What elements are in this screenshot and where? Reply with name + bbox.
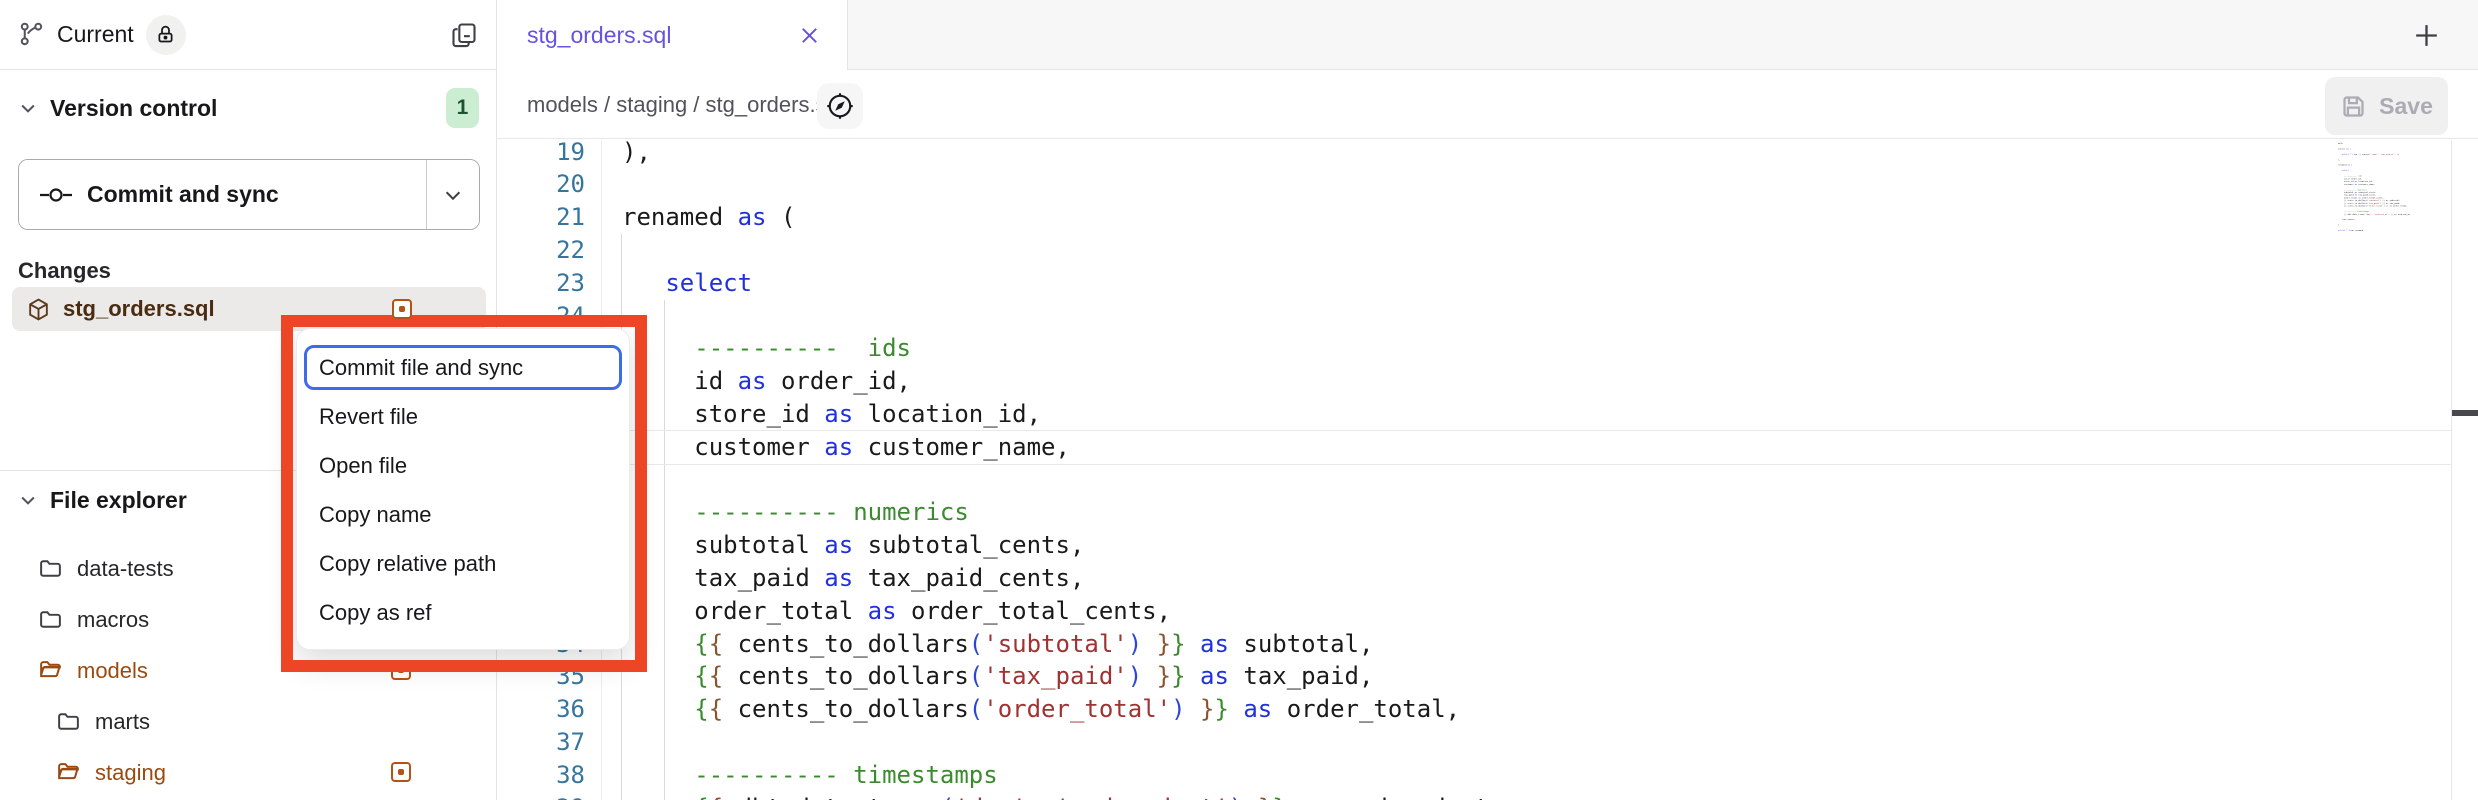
line-number: 19 xyxy=(497,136,585,169)
code-line: tax_paid as tax_paid_cents, xyxy=(622,562,1489,595)
folder-open-icon xyxy=(56,760,81,785)
menu-item-commit-file-and-sync[interactable]: Commit file and sync xyxy=(304,345,622,390)
tree-item-label: models xyxy=(77,658,148,684)
copy-icon xyxy=(450,21,478,49)
commit-and-sync-button[interactable]: Commit and sync xyxy=(19,160,426,229)
code-line xyxy=(622,300,1489,333)
scrollbar-marker xyxy=(2452,410,2478,416)
compass-icon xyxy=(825,91,855,121)
breadcrumb: models / staging / stg_orders.sql xyxy=(527,92,844,118)
code-line: {{ cents_to_dollars('subtotal') }} as su… xyxy=(622,628,1489,661)
tab-bar: stg_orders.sql xyxy=(497,0,2478,70)
folder-icon xyxy=(38,607,63,632)
close-tab-icon[interactable] xyxy=(798,24,821,47)
code-line xyxy=(622,168,1489,201)
changes-section-label: Changes xyxy=(18,258,111,284)
code-line xyxy=(622,726,1489,759)
code-editor[interactable]: ), renamed as ( select ---------- ids id … xyxy=(622,136,1489,800)
commit-split-button: Commit and sync xyxy=(18,159,480,230)
chevron-down-icon xyxy=(18,490,38,510)
new-tab-button[interactable] xyxy=(2411,20,2442,51)
code-line xyxy=(622,234,1489,267)
code-line: ), xyxy=(622,136,1489,169)
code-line: ---------- ids xyxy=(622,332,1489,365)
minimap[interactable]: withsource as ( select * from {{ source(… xyxy=(2338,142,2450,237)
save-button[interactable]: Save xyxy=(2325,77,2448,135)
changes-count-badge: 1 xyxy=(446,88,479,128)
code-line: ---------- numerics xyxy=(622,496,1489,529)
code-line: order_total as order_total_cents, xyxy=(622,595,1489,628)
minimap-content: withsource as ( select * from {{ source(… xyxy=(2338,142,2450,232)
menu-item-copy-as-ref[interactable]: Copy as ref xyxy=(297,588,629,637)
breadcrumb-bar: models / staging / stg_orders.sql xyxy=(497,70,2478,139)
context-menu: Commit file and syncRevert fileOpen file… xyxy=(296,328,630,650)
code-line: select xyxy=(622,267,1489,300)
folder-icon xyxy=(38,556,63,581)
menu-item-open-file[interactable]: Open file xyxy=(297,441,629,490)
git-commit-icon xyxy=(39,187,73,203)
tab-stg-orders[interactable]: stg_orders.sql xyxy=(497,0,848,71)
tree-item-staging[interactable]: staging xyxy=(0,747,496,798)
copy-branch-button[interactable] xyxy=(450,21,478,49)
code-line xyxy=(622,464,1489,497)
lineage-button[interactable] xyxy=(817,83,863,129)
code-line: customer as customer_name, xyxy=(622,431,1489,464)
line-number: 22 xyxy=(497,234,585,267)
tree-item-label: marts xyxy=(95,709,150,735)
tree-item-label: staging xyxy=(95,760,166,786)
code-line: {{ cents_to_dollars('order_total') }} as… xyxy=(622,693,1489,726)
line-number: 35 xyxy=(497,660,585,693)
tree-item-marts[interactable]: marts xyxy=(0,696,496,747)
line-number: 37 xyxy=(497,726,585,759)
line-number: 36 xyxy=(497,693,585,726)
git-branch-icon xyxy=(18,21,45,48)
code-line: {{ cents_to_dollars('tax_paid') }} as ta… xyxy=(622,660,1489,693)
code-line: {{ dbt.date_trunc('day', 'ordered_at') }… xyxy=(622,792,1489,800)
folder-open-icon xyxy=(38,658,63,683)
line-number: 39 xyxy=(497,792,585,800)
menu-item-copy-name[interactable]: Copy name xyxy=(297,490,629,539)
tree-item-label: macros xyxy=(77,607,149,633)
modified-badge-icon xyxy=(392,299,412,319)
folder-icon xyxy=(56,709,81,734)
branch-name: Current xyxy=(57,21,134,48)
dbt-ide-window: Current Version control xyxy=(0,0,2478,800)
code-line: subtotal as subtotal_cents, xyxy=(622,529,1489,562)
lock-icon xyxy=(155,24,176,45)
modified-badge-icon xyxy=(391,660,411,680)
code-line: ---------- timestamps xyxy=(622,759,1489,792)
version-control-header[interactable]: Version control 1 xyxy=(0,86,496,130)
line-number: 23 xyxy=(497,267,585,300)
file-explorer-title: File explorer xyxy=(50,487,187,514)
tree-item-models[interactable]: models xyxy=(0,645,496,696)
commit-button-label: Commit and sync xyxy=(87,181,279,208)
tab-label: stg_orders.sql xyxy=(527,22,671,49)
modified-badge-icon xyxy=(391,762,411,782)
version-control-title: Version control xyxy=(50,95,217,122)
chevron-down-icon xyxy=(18,98,38,118)
branch-lock-badge xyxy=(146,15,186,55)
save-button-label: Save xyxy=(2379,93,2433,120)
code-line: select * from renamed xyxy=(2338,229,2450,232)
floppy-disk-icon xyxy=(2340,93,2367,120)
code-line: store_id as location_id, xyxy=(622,398,1489,431)
code-line: renamed as ( xyxy=(622,201,1489,234)
model-cube-icon xyxy=(26,297,51,322)
line-number: 20 xyxy=(497,168,585,201)
menu-item-copy-relative-path[interactable]: Copy relative path xyxy=(297,539,629,588)
commit-options-caret[interactable] xyxy=(426,160,479,229)
code-line: id as order_id, xyxy=(622,365,1489,398)
line-number: 38 xyxy=(497,759,585,792)
changed-file-name: stg_orders.sql xyxy=(63,296,215,322)
menu-item-revert-file[interactable]: Revert file xyxy=(297,392,629,441)
minimap-divider xyxy=(2451,140,2452,800)
chevron-down-icon xyxy=(442,184,464,206)
branch-bar: Current xyxy=(0,0,496,70)
tree-item-label: data-tests xyxy=(77,556,174,582)
changed-file-row[interactable]: stg_orders.sql xyxy=(12,287,486,331)
line-number: 21 xyxy=(497,201,585,234)
